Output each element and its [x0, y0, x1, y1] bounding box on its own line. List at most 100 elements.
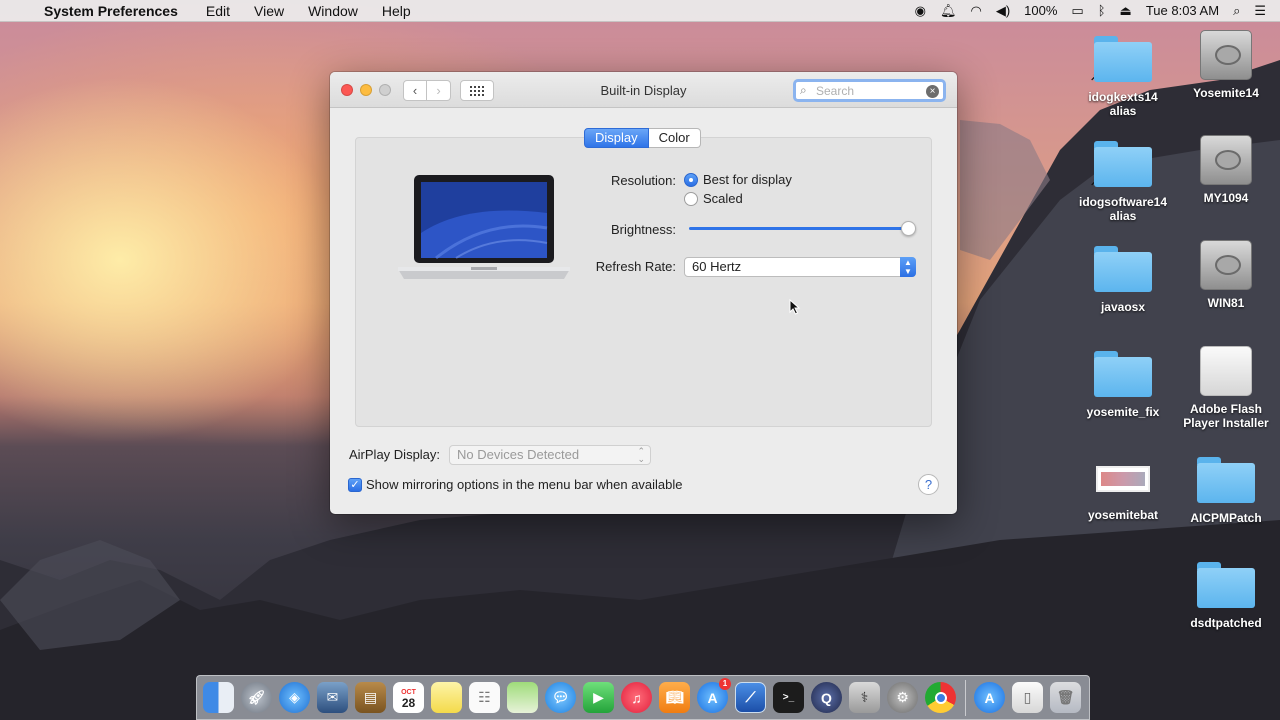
mirroring-options-row[interactable]: ✓ Show mirroring options in the menu bar…	[348, 477, 683, 492]
disk-utility-icon[interactable]: ⚕	[849, 682, 880, 713]
mouse-pointer-icon	[789, 299, 801, 315]
menu-view[interactable]: View	[254, 3, 284, 19]
resolution-option-scaled[interactable]: Scaled	[684, 191, 743, 206]
maps-icon[interactable]	[507, 682, 538, 713]
desktop-icon-dsdtpatched[interactable]: dsdtpatched	[1176, 562, 1276, 630]
clock[interactable]: Tue 8:03 AM	[1146, 3, 1219, 18]
brightness-slider-thumb[interactable]	[901, 221, 916, 236]
hard-disk-icon	[1200, 135, 1252, 185]
search-icon: ⌕	[800, 83, 807, 97]
image-thumbnail-icon	[1096, 466, 1150, 492]
documents-stack-icon[interactable]: ▯	[1012, 682, 1043, 713]
folder-icon: ↗	[1090, 141, 1152, 189]
wifi-icon[interactable]: ◠	[971, 3, 982, 19]
chrome-icon[interactable]	[925, 682, 956, 713]
app-store-icon[interactable]: A1	[697, 678, 731, 713]
tab-display[interactable]: Display	[584, 128, 649, 148]
macbook-display-icon	[398, 175, 570, 279]
clear-search-icon[interactable]: ×	[926, 85, 939, 98]
desktop-icon-idogsoftware14-alias[interactable]: ↗ idogsoftware14 alias	[1073, 141, 1173, 223]
airplay-display-label: AirPlay Display:	[349, 447, 441, 462]
safari-icon[interactable]: ◈	[279, 682, 310, 713]
refresh-rate-select[interactable]: 60 Hertz ▲ ▼	[684, 257, 916, 277]
quicktime-icon[interactable]: Q	[811, 682, 842, 713]
refresh-rate-value: 60 Hertz	[692, 259, 742, 274]
app-store-badge: 1	[719, 678, 731, 690]
contacts-icon[interactable]: ▤	[355, 682, 386, 713]
desktop-icon-label: Player Installer	[1183, 416, 1269, 430]
calendar-icon[interactable]: OCT 28	[393, 682, 424, 713]
app-menu[interactable]: System Preferences	[44, 3, 178, 19]
airplay-display-select[interactable]: No Devices Detected ⌃ ⌄	[449, 445, 651, 465]
record-icon[interactable]: ◉	[915, 3, 926, 19]
desktop-icon-yosemite14[interactable]: Yosemite14	[1176, 30, 1276, 100]
menu-edit[interactable]: Edit	[206, 3, 230, 19]
resolution-option-label: Scaled	[703, 191, 743, 206]
finder-icon[interactable]	[203, 682, 234, 713]
notes-icon[interactable]	[431, 682, 462, 713]
desktop-icon-adobe-flash-player-installer[interactable]: Adobe Flash Player Installer	[1176, 346, 1276, 430]
resolution-option-best[interactable]: Best for display	[684, 172, 792, 187]
mail-icon[interactable]: ✉	[317, 682, 348, 713]
mirroring-checkbox[interactable]: ✓	[348, 477, 362, 492]
brightness-label: Brightness:	[610, 222, 676, 237]
chevron-updown-icon: ▲ ▼	[900, 257, 916, 277]
facetime-icon[interactable]: ▶	[583, 682, 614, 713]
system-preferences-icon[interactable]: ⚙	[887, 682, 918, 713]
tab-color[interactable]: Color	[648, 128, 701, 148]
desktop-icon-my1094[interactable]: MY1094	[1176, 135, 1276, 205]
messages-icon[interactable]: 💬︎	[545, 682, 576, 713]
desktop-icon-label: yosemitebat	[1087, 508, 1159, 522]
desktop-icon-yosemite-fix[interactable]: yosemite_fix	[1073, 351, 1173, 419]
desktop-icon-label: alias	[1109, 209, 1137, 223]
battery-percent[interactable]: 100%	[1024, 3, 1057, 18]
desktop-icon-label: WIN81	[1207, 296, 1245, 310]
folder-icon	[1094, 246, 1152, 292]
desktop-icon-label: dsdtpatched	[1190, 616, 1262, 630]
resolution-option-label: Best for display	[703, 172, 792, 187]
help-button[interactable]: ?	[918, 474, 939, 495]
folder-icon	[1094, 351, 1152, 397]
desktop-icon-idogkexts14-alias[interactable]: ↗ idogkexts14 alias	[1073, 36, 1173, 118]
title-bar[interactable]: ‹ › Built-in Display ⌕ ×	[330, 72, 957, 108]
search-input[interactable]	[816, 83, 926, 98]
battery-icon[interactable]: ▭	[1071, 3, 1083, 19]
notification-center-icon[interactable]: ☰	[1254, 3, 1266, 19]
menu-window[interactable]: Window	[308, 3, 358, 19]
terminal-icon[interactable]: >_	[773, 682, 804, 713]
volume-icon[interactable]: ◀)	[996, 3, 1010, 19]
desktop-icon-javaosx[interactable]: javaosx	[1073, 246, 1173, 314]
radio-button-selected[interactable]	[684, 172, 698, 187]
spotlight-search-icon[interactable]: ⌕	[1233, 3, 1240, 19]
menu-help[interactable]: Help	[382, 3, 411, 19]
desktop-icon-yosemitebat[interactable]: yosemitebat	[1073, 466, 1173, 522]
desktop-icon-label: idogkexts14	[1088, 90, 1158, 104]
desktop-icon-aicpmpatch[interactable]: AICPMPatch	[1176, 457, 1276, 525]
brightness-slider-track[interactable]	[689, 227, 911, 230]
alias-arrow-icon: ↗	[1090, 73, 1099, 84]
trash-icon[interactable]: 🗑︎	[1050, 682, 1081, 713]
desktop-icon-label: javaosx	[1100, 300, 1146, 314]
radio-button[interactable]	[684, 191, 698, 206]
hard-disk-icon	[1200, 30, 1252, 80]
notification-bell-icon[interactable]: 🔔︎	[940, 3, 957, 19]
chevron-updown-icon: ⌃ ⌄	[637, 446, 645, 464]
bluetooth-icon[interactable]: ᛒ	[1098, 3, 1106, 18]
eject-icon[interactable]: ⏏	[1120, 3, 1132, 19]
display-settings-panel: Resolution: Best for display Scaled Brig…	[355, 137, 932, 427]
desktop-icon-win81[interactable]: WIN81	[1176, 240, 1276, 310]
itunes-icon[interactable]: ♫	[621, 682, 652, 713]
downloads-stack-icon[interactable]: A	[974, 682, 1005, 713]
installer-disk-icon	[1200, 346, 1252, 396]
dock: 🚀︎ ◈ ✉ ▤ OCT 28 ☷ 💬︎ ▶ ♫ 📖︎ A1 ⟋ >_ Q ⚕ …	[196, 675, 1090, 720]
launchpad-icon[interactable]: 🚀︎	[241, 682, 272, 713]
mirroring-checkbox-label: Show mirroring options in the menu bar w…	[366, 477, 683, 492]
ibooks-icon[interactable]: 📖︎	[659, 682, 690, 713]
resolution-label: Resolution:	[610, 173, 676, 188]
alias-arrow-icon: ↗	[1090, 178, 1099, 189]
desktop-icon-label: yosemite_fix	[1086, 405, 1160, 419]
search-field[interactable]: ⌕ ×	[793, 79, 946, 102]
activity-graph-icon[interactable]: ⟋	[735, 682, 766, 713]
reminders-icon[interactable]: ☷	[469, 682, 500, 713]
dock-separator	[965, 679, 966, 716]
